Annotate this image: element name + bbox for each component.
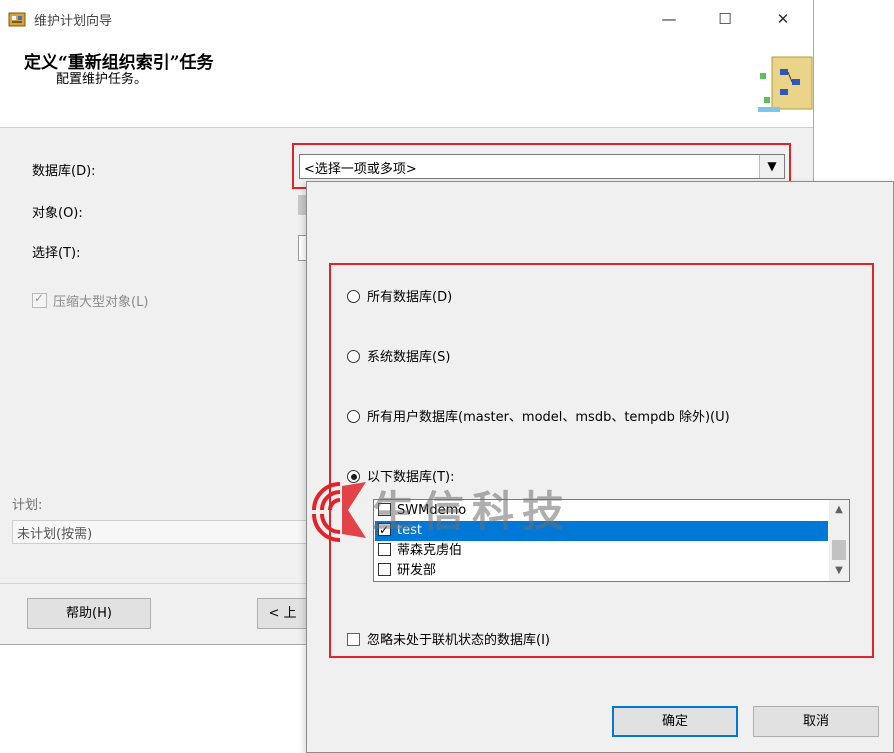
database-label: 数据库(D):: [32, 164, 96, 179]
ignore-offline-checkbox-box[interactable]: [347, 633, 360, 646]
ok-button[interactable]: 确定: [612, 706, 738, 737]
compress-label: 压缩大型对象(L): [53, 295, 149, 310]
wizard-banner-icon: [758, 53, 814, 113]
schedule-value-field: 未计划(按需): [12, 520, 307, 544]
scroll-up-icon[interactable]: ▲: [829, 500, 849, 520]
database-item-name: 蒂森克虏伯: [397, 543, 463, 558]
ignore-offline-checkbox[interactable]: 忽略未处于联机状态的数据库(I): [347, 629, 550, 648]
radio-system-databases-label: 系统数据库(S): [367, 350, 451, 365]
window-title: 维护计划向导: [34, 14, 113, 29]
radio-following-databases[interactable]: 以下数据库(T):: [347, 466, 454, 485]
select-combo-partial: [298, 235, 306, 261]
database-item-name: 研发部: [397, 563, 437, 578]
radio-system-databases-icon: [347, 350, 360, 363]
select-label: 选择(T):: [32, 246, 81, 261]
object-combo-partial: [298, 195, 306, 215]
back-button[interactable]: < 上: [257, 598, 307, 629]
database-item-checkbox[interactable]: [378, 543, 391, 556]
radio-system-databases[interactable]: 系统数据库(S): [347, 346, 450, 365]
database-item-rnd[interactable]: 研发部: [375, 561, 828, 581]
minimize-button[interactable]: —: [646, 6, 692, 32]
radio-user-databases-icon: [347, 410, 360, 423]
cancel-button[interactable]: 取消: [753, 706, 879, 737]
page-subtitle: 配置维护任务。: [56, 72, 148, 87]
compress-large-objects-checkbox: 压缩大型对象(L): [32, 291, 148, 310]
database-list-scrollbar[interactable]: ▲ ▼: [829, 500, 849, 581]
help-button[interactable]: 帮助(H): [27, 598, 151, 629]
database-item-checkbox[interactable]: [378, 503, 391, 516]
close-button[interactable]: ✕: [760, 6, 806, 32]
app-icon: [8, 10, 26, 28]
database-item-swmdemo[interactable]: SWMdemo: [375, 501, 828, 521]
database-item-thyssenkrupp[interactable]: 蒂森克虏伯: [375, 541, 828, 561]
ignore-offline-label: 忽略未处于联机状态的数据库(I): [367, 633, 550, 648]
maximize-button[interactable]: ☐: [702, 6, 748, 32]
database-item-name: SWMdemo: [397, 503, 467, 518]
compress-checkbox-box: [32, 291, 47, 308]
radio-following-databases-icon: [347, 470, 360, 483]
title-bar: 维护计划向导 — ☐ ✕: [0, 0, 813, 38]
radio-all-databases-icon: [347, 290, 360, 303]
database-item-test[interactable]: test: [375, 520, 828, 541]
schedule-label: 计划:: [12, 498, 43, 513]
radio-following-databases-label: 以下数据库(T):: [367, 470, 455, 485]
database-item-checkbox[interactable]: [378, 520, 391, 540]
radio-all-databases-label: 所有数据库(D): [367, 290, 453, 305]
database-item-name: test: [397, 523, 422, 538]
scrollbar-thumb[interactable]: [832, 540, 846, 560]
options-highlight-box: [329, 263, 874, 658]
radio-user-databases-label: 所有用户数据库(master、model、msdb、tempdb 除外)(U): [367, 410, 730, 425]
scroll-down-icon[interactable]: ▼: [829, 561, 849, 581]
radio-all-databases[interactable]: 所有数据库(D): [347, 286, 452, 305]
database-item-checkbox[interactable]: [378, 563, 391, 576]
database-list[interactable]: SWMdemo test 蒂森克虏伯 研发部 ▲ ▼: [373, 499, 850, 582]
radio-user-databases[interactable]: 所有用户数据库(master、model、msdb、tempdb 除外)(U): [347, 406, 730, 425]
object-label: 对象(O):: [32, 206, 83, 221]
